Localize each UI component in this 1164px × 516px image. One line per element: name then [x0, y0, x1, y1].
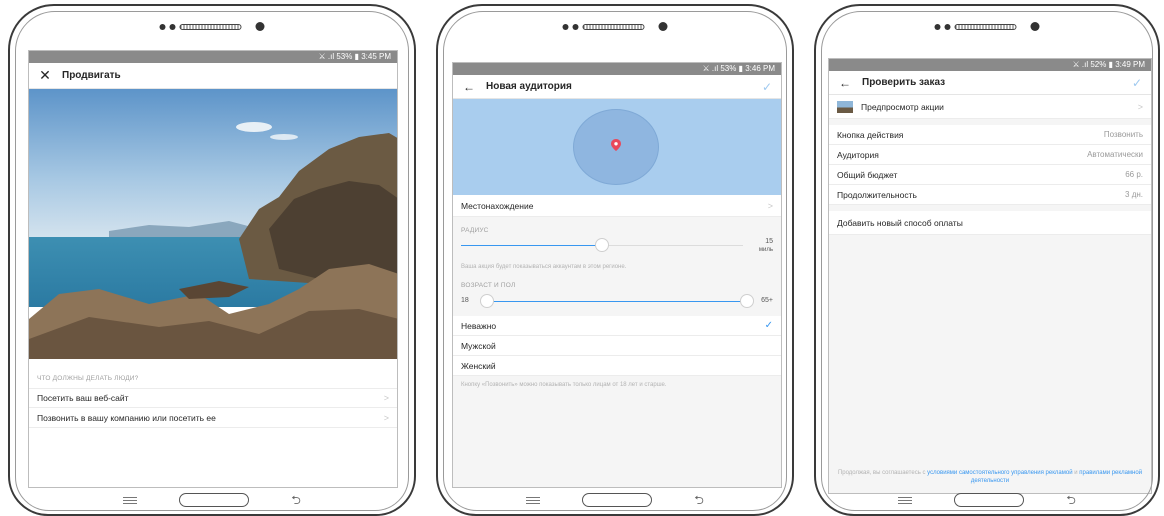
status-bar: ⚔ .‌ıl 53% ▮ 3:45 PM	[29, 51, 397, 63]
section-header: ЧТО ДОЛЖНЫ ДЕЛАТЬ ЛЮДИ?	[37, 375, 139, 382]
header: ✕ Продвигать	[29, 63, 397, 89]
hardware-nav: ⮌	[438, 492, 792, 508]
add-payment-label: Добавить новый способ оплаты	[837, 217, 963, 228]
terms-footer: Продолжая, вы соглашаетесь с условиями с…	[835, 469, 1145, 485]
radius-value: 15 миль	[759, 238, 773, 254]
self-serve-terms-link[interactable]: условиями самостоятельного управления ре…	[927, 470, 1072, 476]
gender-label: Женский	[461, 360, 496, 371]
radius-number: 15	[765, 238, 773, 245]
phone-camera	[562, 22, 668, 31]
option-label: Позвонить в вашу компанию или посетить е…	[37, 412, 216, 423]
header: ← Новая аудитория ✓	[453, 75, 781, 99]
home-button[interactable]	[582, 493, 653, 507]
slider-fill	[461, 245, 602, 246]
menu-key-icon[interactable]	[526, 496, 541, 504]
slider-handle[interactable]	[595, 238, 609, 252]
row-value: 3 дн.	[1125, 190, 1143, 199]
confirm-check-icon[interactable]: ✓	[1132, 76, 1142, 90]
chevron-right-icon: >	[767, 200, 773, 211]
back-arrow-icon[interactable]: ←	[838, 76, 852, 90]
phone-frame-3: ⚔ .ıl 52% ▮ 3:49 PM ← Проверить заказ ✓ …	[814, 4, 1160, 516]
gender-option-any[interactable]: Неважно ✓	[453, 316, 781, 336]
page-title: Продвигать	[62, 70, 121, 81]
row-label: Кнопка действия	[837, 129, 904, 140]
summary-row-action-button: Кнопка действия Позвонить	[829, 125, 1151, 145]
radius-unit: миль	[758, 247, 773, 253]
promo-image	[29, 89, 397, 359]
row-label: Общий бюджет	[837, 169, 898, 180]
row-label: Аудитория	[837, 149, 879, 160]
option-website[interactable]: Посетить ваш веб-сайт >	[29, 388, 397, 408]
phone-1-screen: ⚔ .‌ıl 53% ▮ 3:45 PM ✕ Продвигать	[28, 50, 398, 488]
status-bar: ⚔ .ıl 53% ▮ 3:46 PM	[453, 63, 781, 75]
age-min-label: 18	[461, 297, 469, 304]
status-bar: ⚔ .ıl 52% ▮ 3:49 PM	[829, 59, 1151, 71]
terms-prefix: Продолжая, вы соглашаетесь с	[837, 470, 928, 476]
back-key-icon[interactable]: ⮌	[1066, 493, 1076, 507]
back-key-icon[interactable]: ⮌	[694, 493, 704, 507]
back-key-icon[interactable]: ⮌	[291, 493, 301, 507]
row-value: Позвонить	[1103, 130, 1143, 139]
location-label: Местонахождение	[461, 200, 534, 211]
menu-key-icon[interactable]	[123, 496, 138, 504]
phone-2-screen: ⚔ .ıl 53% ▮ 3:46 PM ← Новая аудитория ✓ …	[452, 62, 782, 488]
selected-check-icon: ✓	[764, 320, 773, 331]
chevron-right-icon: >	[383, 393, 389, 403]
menu-key-icon[interactable]	[898, 496, 913, 504]
gender-label: Мужской	[461, 340, 496, 351]
row-value: Автоматически	[1087, 150, 1143, 159]
summary-row-budget: Общий бюджет 66 р.	[829, 165, 1151, 185]
slider-handle-min[interactable]	[480, 294, 494, 308]
page-title: Новая аудитория	[486, 81, 572, 92]
summary-row-audience: Аудитория Автоматически	[829, 145, 1151, 165]
phone-3-screen: ⚔ .ıl 52% ▮ 3:49 PM ← Проверить заказ ✓ …	[828, 58, 1152, 494]
gender-option-female[interactable]: Женский	[453, 356, 781, 376]
confirm-check-icon[interactable]: ✓	[762, 80, 772, 94]
home-button[interactable]	[954, 493, 1025, 507]
summary-row-duration: Продолжительность 3 дн.	[829, 185, 1151, 205]
gender-label: Неважно	[461, 320, 497, 331]
phone-camera	[934, 22, 1040, 31]
map-pin-icon	[611, 139, 621, 151]
preview-label: Предпросмотр акции	[861, 101, 944, 112]
hardware-nav: ⮌	[816, 492, 1158, 508]
page-title: Проверить заказ	[862, 77, 946, 88]
radius-slider[interactable]	[461, 238, 773, 252]
radius-header: РАДИУС	[461, 227, 489, 234]
slider-fill	[487, 301, 747, 302]
map-view[interactable]	[453, 99, 781, 195]
gender-option-male[interactable]: Мужской	[453, 336, 781, 356]
add-payment-method[interactable]: Добавить новый способ оплаты	[829, 211, 1151, 235]
age-max-label: 65+	[761, 297, 773, 304]
phone-frame-1: ⚔ .‌ıl 53% ▮ 3:45 PM ✕ Продвигать	[8, 4, 416, 516]
slider-handle-max[interactable]	[740, 294, 754, 308]
gender-hint: Кнопку «Позвонить» можно показывать толь…	[461, 382, 667, 388]
close-icon[interactable]: ✕	[38, 67, 52, 84]
preview-row[interactable]: Предпросмотр акции >	[829, 95, 1151, 119]
header: ← Проверить заказ ✓	[829, 71, 1151, 95]
chevron-right-icon: >	[1137, 101, 1143, 112]
row-value: 66 р.	[1125, 170, 1143, 179]
location-row[interactable]: Местонахождение >	[453, 195, 781, 217]
age-gender-header: ВОЗРАСТ И ПОЛ	[461, 282, 516, 289]
option-call-or-visit[interactable]: Позвонить в вашу компанию или посетить е…	[29, 408, 397, 428]
option-label: Посетить ваш веб-сайт	[37, 393, 129, 403]
chevron-right-icon: >	[383, 412, 389, 423]
phone-camera	[159, 22, 265, 31]
row-label: Продолжительность	[837, 189, 917, 200]
home-button[interactable]	[179, 493, 250, 507]
phone-frame-2: ⚔ .ıl 53% ▮ 3:46 PM ← Новая аудитория ✓ …	[436, 4, 794, 516]
back-arrow-icon[interactable]: ←	[462, 80, 476, 94]
hardware-nav: ⮌	[10, 492, 414, 508]
age-range-slider[interactable]	[480, 294, 754, 308]
preview-thumbnail	[837, 100, 853, 113]
